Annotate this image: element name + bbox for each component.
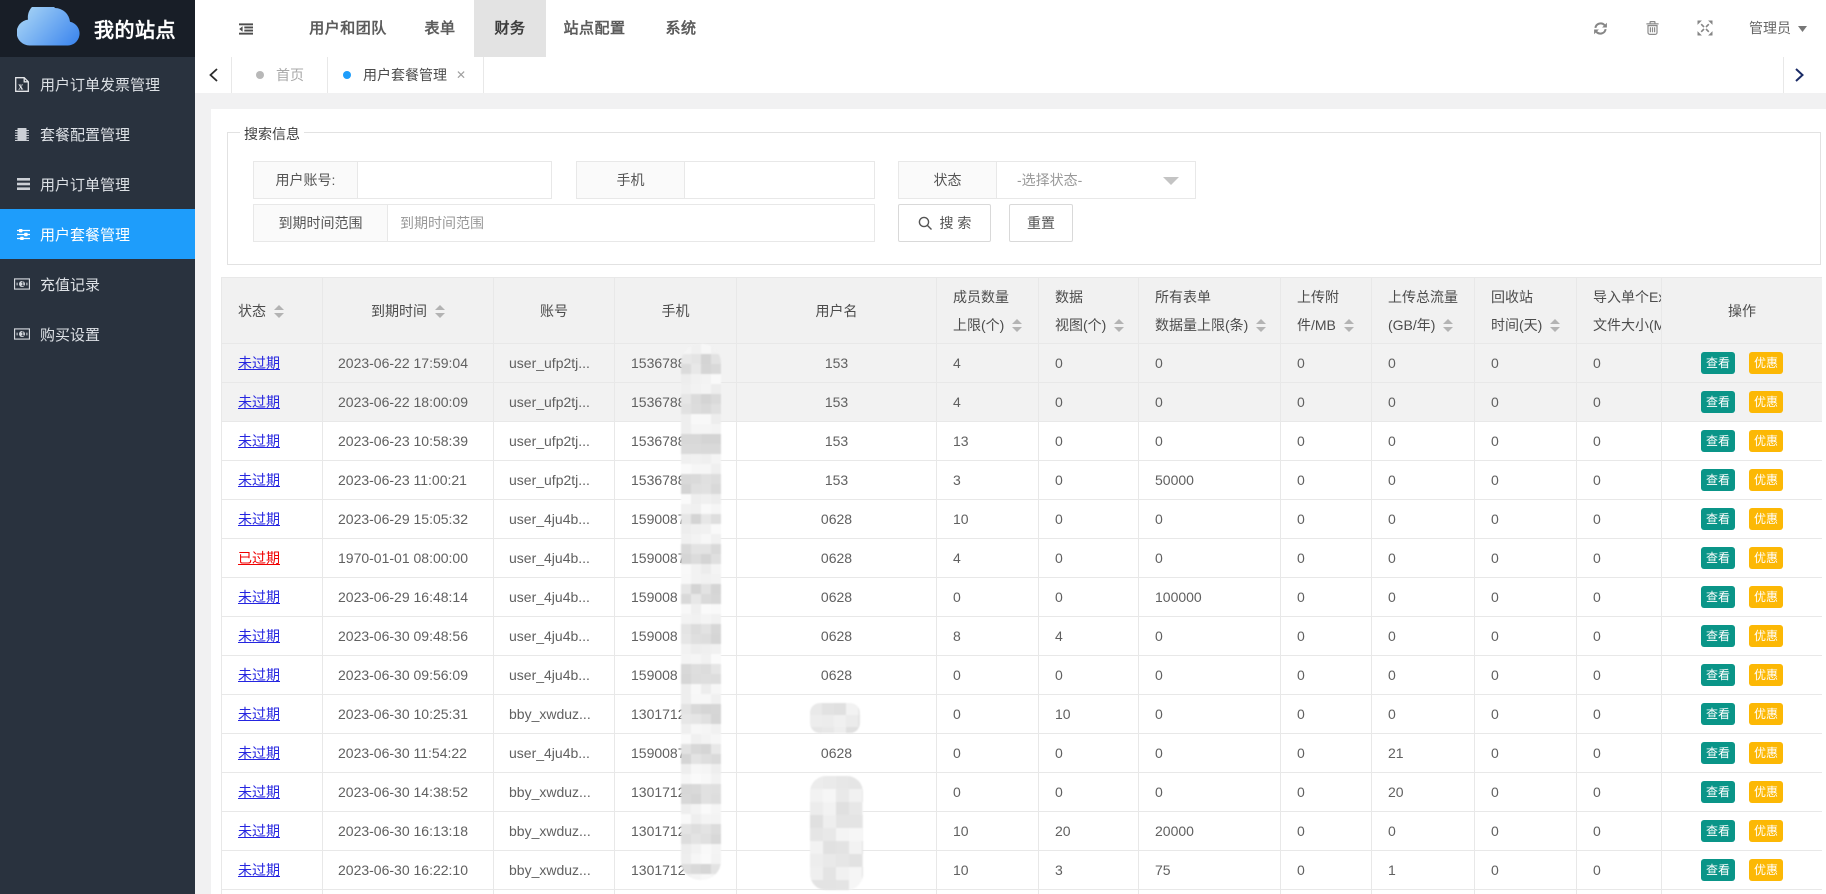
svg-text:1: 1 [21, 281, 25, 288]
svg-text:1: 1 [21, 331, 25, 338]
svg-text:x: x [18, 81, 23, 91]
